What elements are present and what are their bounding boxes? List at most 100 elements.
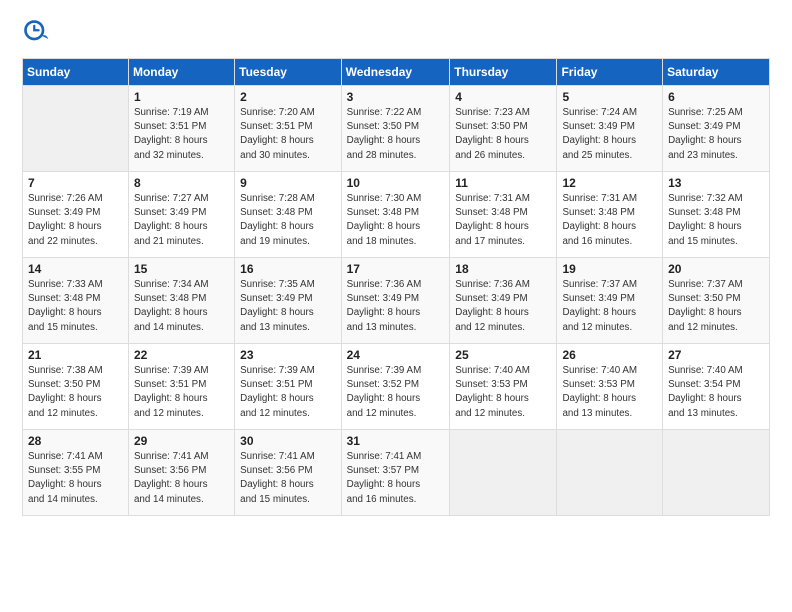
day-info: Sunrise: 7:40 AMSunset: 3:53 PMDaylight:… bbox=[455, 364, 551, 421]
day-number: 1 bbox=[134, 90, 229, 104]
day-number: 10 bbox=[347, 176, 445, 190]
calendar-cell bbox=[663, 430, 770, 516]
day-number: 22 bbox=[134, 348, 229, 362]
col-header-monday: Monday bbox=[128, 59, 234, 86]
day-number: 15 bbox=[134, 262, 229, 276]
calendar-cell: 22 Sunrise: 7:39 AMSunset: 3:51 PMDayligh… bbox=[128, 344, 234, 430]
day-number: 31 bbox=[347, 434, 445, 448]
calendar-header-row: SundayMondayTuesdayWednesdayThursdayFrid… bbox=[23, 59, 770, 86]
calendar-cell: 11 Sunrise: 7:31 AMSunset: 3:48 PMDayligh… bbox=[450, 172, 557, 258]
calendar-cell: 30Sunrise: 7:41 AMSunset: 3:56 PMDayligh… bbox=[235, 430, 341, 516]
calendar-cell: 16 Sunrise: 7:35 AMSunset: 3:49 PMDayligh… bbox=[235, 258, 341, 344]
calendar-cell: 15 Sunrise: 7:34 AMSunset: 3:48 PMDayligh… bbox=[128, 258, 234, 344]
day-info: Sunrise: 7:34 AMSunset: 3:48 PMDaylight:… bbox=[134, 278, 229, 335]
day-number: 20 bbox=[668, 262, 764, 276]
calendar-cell: 12 Sunrise: 7:31 AMSunset: 3:48 PMDayligh… bbox=[557, 172, 663, 258]
day-info: Sunrise: 7:19 AMSunset: 3:51 PMDaylight:… bbox=[134, 106, 229, 163]
logo bbox=[22, 18, 54, 46]
calendar-cell: 8 Sunrise: 7:27 AMSunset: 3:49 PMDaylight… bbox=[128, 172, 234, 258]
calendar-week-row: 21 Sunrise: 7:38 AMSunset: 3:50 PMDayligh… bbox=[23, 344, 770, 430]
day-info: Sunrise: 7:25 AMSunset: 3:49 PMDaylight:… bbox=[668, 106, 764, 163]
calendar-cell: 14Sunrise: 7:33 AMSunset: 3:48 PMDayligh… bbox=[23, 258, 129, 344]
calendar-cell: 28 Sunrise: 7:41 AMSunset: 3:55 PMDayligh… bbox=[23, 430, 129, 516]
day-number: 4 bbox=[455, 90, 551, 104]
day-number: 26 bbox=[562, 348, 657, 362]
day-number: 12 bbox=[562, 176, 657, 190]
calendar-cell: 5 Sunrise: 7:24 AMSunset: 3:49 PMDaylight… bbox=[557, 86, 663, 172]
day-info: Sunrise: 7:32 AMSunset: 3:48 PMDaylight:… bbox=[668, 192, 764, 249]
day-number: 11 bbox=[455, 176, 551, 190]
calendar-cell: 17 Sunrise: 7:36 AMSunset: 3:49 PMDayligh… bbox=[341, 258, 450, 344]
day-info: Sunrise: 7:40 AMSunset: 3:53 PMDaylight:… bbox=[562, 364, 657, 421]
day-number: 27 bbox=[668, 348, 764, 362]
day-info: Sunrise: 7:38 AMSunset: 3:50 PMDaylight:… bbox=[28, 364, 123, 421]
day-number: 21 bbox=[28, 348, 123, 362]
day-info: Sunrise: 7:36 AMSunset: 3:49 PMDaylight:… bbox=[347, 278, 445, 335]
day-number: 16 bbox=[240, 262, 335, 276]
day-info: Sunrise: 7:35 AMSunset: 3:49 PMDaylight:… bbox=[240, 278, 335, 335]
calendar-week-row: 28 Sunrise: 7:41 AMSunset: 3:55 PMDayligh… bbox=[23, 430, 770, 516]
day-info: Sunrise: 7:22 AMSunset: 3:50 PMDaylight:… bbox=[347, 106, 445, 163]
calendar-week-row: 7 Sunrise: 7:26 AMSunset: 3:49 PMDaylight… bbox=[23, 172, 770, 258]
calendar-cell: 25 Sunrise: 7:40 AMSunset: 3:53 PMDayligh… bbox=[450, 344, 557, 430]
day-info: Sunrise: 7:41 AMSunset: 3:56 PMDaylight:… bbox=[134, 450, 229, 507]
day-number: 5 bbox=[562, 90, 657, 104]
day-info: Sunrise: 7:41 AMSunset: 3:57 PMDaylight:… bbox=[347, 450, 445, 507]
day-number: 13 bbox=[668, 176, 764, 190]
day-info: Sunrise: 7:39 AMSunset: 3:52 PMDaylight:… bbox=[347, 364, 445, 421]
calendar-cell: 20Sunrise: 7:37 AMSunset: 3:50 PMDayligh… bbox=[663, 258, 770, 344]
calendar-cell bbox=[23, 86, 129, 172]
day-info: Sunrise: 7:31 AMSunset: 3:48 PMDaylight:… bbox=[455, 192, 551, 249]
col-header-wednesday: Wednesday bbox=[341, 59, 450, 86]
day-info: Sunrise: 7:41 AMSunset: 3:55 PMDaylight:… bbox=[28, 450, 123, 507]
day-info: Sunrise: 7:36 AMSunset: 3:49 PMDaylight:… bbox=[455, 278, 551, 335]
calendar-cell: 13 Sunrise: 7:32 AMSunset: 3:48 PMDayligh… bbox=[663, 172, 770, 258]
page-header bbox=[22, 18, 770, 46]
day-number: 3 bbox=[347, 90, 445, 104]
calendar-cell: 6 Sunrise: 7:25 AMSunset: 3:49 PMDaylight… bbox=[663, 86, 770, 172]
col-header-sunday: Sunday bbox=[23, 59, 129, 86]
day-number: 7 bbox=[28, 176, 123, 190]
day-info: Sunrise: 7:37 AMSunset: 3:49 PMDaylight:… bbox=[562, 278, 657, 335]
day-info: Sunrise: 7:40 AMSunset: 3:54 PMDaylight:… bbox=[668, 364, 764, 421]
calendar-cell: 10Sunrise: 7:30 AMSunset: 3:48 PMDayligh… bbox=[341, 172, 450, 258]
calendar-cell: 29 Sunrise: 7:41 AMSunset: 3:56 PMDayligh… bbox=[128, 430, 234, 516]
logo-icon bbox=[22, 18, 50, 46]
calendar-page: SundayMondayTuesdayWednesdayThursdayFrid… bbox=[0, 0, 792, 612]
calendar-cell: 3 Sunrise: 7:22 AMSunset: 3:50 PMDaylight… bbox=[341, 86, 450, 172]
day-info: Sunrise: 7:26 AMSunset: 3:49 PMDaylight:… bbox=[28, 192, 123, 249]
day-number: 28 bbox=[28, 434, 123, 448]
day-number: 8 bbox=[134, 176, 229, 190]
day-number: 23 bbox=[240, 348, 335, 362]
calendar-week-row: 14Sunrise: 7:33 AMSunset: 3:48 PMDayligh… bbox=[23, 258, 770, 344]
calendar-cell: 1 Sunrise: 7:19 AMSunset: 3:51 PMDaylight… bbox=[128, 86, 234, 172]
calendar-cell: 4 Sunrise: 7:23 AMSunset: 3:50 PMDaylight… bbox=[450, 86, 557, 172]
calendar-cell: 7 Sunrise: 7:26 AMSunset: 3:49 PMDaylight… bbox=[23, 172, 129, 258]
day-info: Sunrise: 7:39 AMSunset: 3:51 PMDaylight:… bbox=[240, 364, 335, 421]
day-number: 30 bbox=[240, 434, 335, 448]
day-number: 24 bbox=[347, 348, 445, 362]
calendar-cell: 9 Sunrise: 7:28 AMSunset: 3:48 PMDaylight… bbox=[235, 172, 341, 258]
day-info: Sunrise: 7:28 AMSunset: 3:48 PMDaylight:… bbox=[240, 192, 335, 249]
calendar-cell: 19Sunrise: 7:37 AMSunset: 3:49 PMDayligh… bbox=[557, 258, 663, 344]
calendar-week-row: 1 Sunrise: 7:19 AMSunset: 3:51 PMDaylight… bbox=[23, 86, 770, 172]
day-info: Sunrise: 7:20 AMSunset: 3:51 PMDaylight:… bbox=[240, 106, 335, 163]
calendar-cell: 31 Sunrise: 7:41 AMSunset: 3:57 PMDayligh… bbox=[341, 430, 450, 516]
day-number: 6 bbox=[668, 90, 764, 104]
day-number: 29 bbox=[134, 434, 229, 448]
day-info: Sunrise: 7:31 AMSunset: 3:48 PMDaylight:… bbox=[562, 192, 657, 249]
calendar-cell: 27 Sunrise: 7:40 AMSunset: 3:54 PMDayligh… bbox=[663, 344, 770, 430]
day-info: Sunrise: 7:33 AMSunset: 3:48 PMDaylight:… bbox=[28, 278, 123, 335]
col-header-friday: Friday bbox=[557, 59, 663, 86]
calendar-table: SundayMondayTuesdayWednesdayThursdayFrid… bbox=[22, 58, 770, 516]
day-number: 25 bbox=[455, 348, 551, 362]
calendar-cell: 26 Sunrise: 7:40 AMSunset: 3:53 PMDayligh… bbox=[557, 344, 663, 430]
day-number: 18 bbox=[455, 262, 551, 276]
day-info: Sunrise: 7:39 AMSunset: 3:51 PMDaylight:… bbox=[134, 364, 229, 421]
day-number: 17 bbox=[347, 262, 445, 276]
calendar-cell: 2Sunrise: 7:20 AMSunset: 3:51 PMDaylight… bbox=[235, 86, 341, 172]
day-info: Sunrise: 7:24 AMSunset: 3:49 PMDaylight:… bbox=[562, 106, 657, 163]
day-number: 9 bbox=[240, 176, 335, 190]
day-info: Sunrise: 7:27 AMSunset: 3:49 PMDaylight:… bbox=[134, 192, 229, 249]
day-info: Sunrise: 7:23 AMSunset: 3:50 PMDaylight:… bbox=[455, 106, 551, 163]
